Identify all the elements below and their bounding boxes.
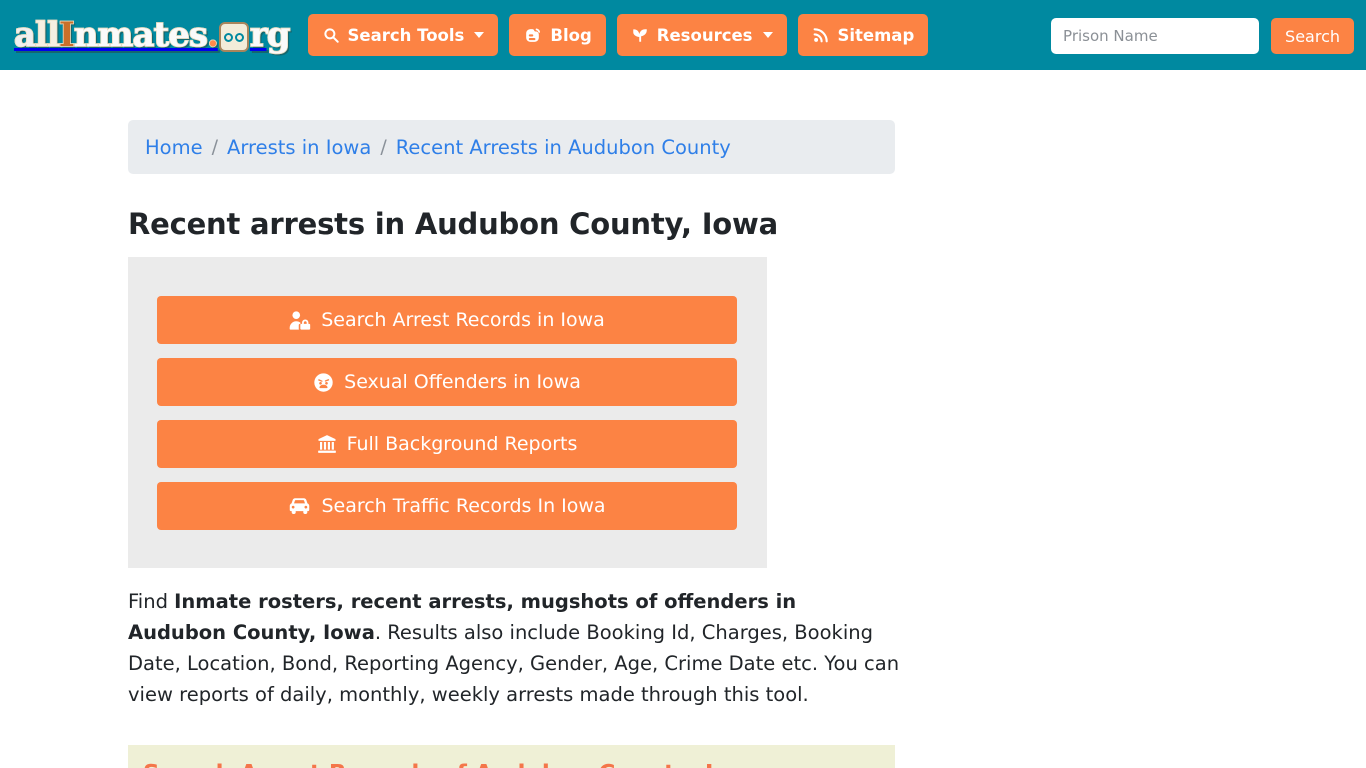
car-icon	[288, 496, 311, 516]
breadcrumb-item-home[interactable]: Home	[145, 136, 203, 159]
search-icon	[322, 26, 340, 44]
breadcrumb-separator: /	[380, 136, 387, 158]
nav-sitemap-button[interactable]: Sitemap	[797, 14, 929, 56]
chevron-down-icon	[474, 32, 485, 38]
primary-nav: Search Tools Blog Resources Sitemap	[307, 14, 929, 56]
rss-icon	[812, 26, 830, 44]
page-wrap: Home / Arrests in Iowa / Recent Arrests …	[0, 70, 1366, 768]
prison-name-input[interactable]	[1051, 18, 1260, 54]
search-arrest-records-button[interactable]: Search Arrest Records in Iowa	[157, 296, 737, 344]
section-band: Search Arrest Records of Audubon County,…	[128, 745, 895, 768]
nav-sitemap-label: Sitemap	[837, 25, 915, 45]
search-traffic-records-button[interactable]: Search Traffic Records In Iowa	[157, 482, 737, 530]
seedling-icon	[631, 26, 649, 44]
content-column: Home / Arrests in Iowa / Recent Arrests …	[128, 70, 899, 768]
logo-wordmark: allInmates. rg	[13, 15, 291, 55]
full-background-reports-label: Full Background Reports	[346, 433, 578, 455]
blogger-icon	[523, 26, 542, 45]
site-header: allInmates. rg Search Tools Blog Resourc…	[0, 0, 1366, 70]
search-arrest-records-label: Search Arrest Records in Iowa	[321, 309, 605, 331]
breadcrumb-separator: /	[211, 136, 218, 158]
landmark-icon	[317, 434, 337, 454]
nav-blog-button[interactable]: Blog	[509, 14, 606, 56]
nav-resources-label: Resources	[656, 25, 753, 45]
nav-resources-button[interactable]: Resources	[616, 14, 787, 56]
angry-face-icon	[313, 372, 334, 393]
nav-search-tools-button[interactable]: Search Tools	[307, 14, 499, 56]
intro-prefix: Find	[128, 590, 175, 613]
breadcrumb-item-recent-arrests[interactable]: Recent Arrests in Audubon County	[396, 136, 731, 159]
chevron-down-icon	[762, 32, 773, 38]
user-lock-icon	[289, 310, 311, 330]
nav-blog-label: Blog	[550, 25, 592, 45]
intro-paragraph: Find Inmate rosters, recent arrests, mug…	[128, 586, 900, 710]
section-heading: Search Arrest Records of Audubon County,…	[143, 761, 766, 768]
page-title: Recent arrests in Audubon County, Iowa	[128, 207, 778, 241]
breadcrumb-item-arrests-in-iowa[interactable]: Arrests in Iowa	[227, 136, 371, 159]
skull-badge-icon	[218, 22, 249, 52]
header-search-button[interactable]: Search	[1271, 18, 1354, 54]
tool-panel: Search Arrest Records in Iowa Sexual Off…	[128, 257, 767, 568]
search-traffic-records-label: Search Traffic Records In Iowa	[321, 495, 606, 517]
breadcrumb: Home / Arrests in Iowa / Recent Arrests …	[128, 120, 895, 174]
sexual-offenders-label: Sexual Offenders in Iowa	[344, 371, 581, 393]
sexual-offenders-button[interactable]: Sexual Offenders in Iowa	[157, 358, 737, 406]
full-background-reports-button[interactable]: Full Background Reports	[157, 420, 737, 468]
site-logo[interactable]: allInmates. rg	[13, 11, 291, 59]
header-search: Search	[1051, 18, 1354, 54]
nav-search-tools-label: Search Tools	[347, 25, 465, 45]
